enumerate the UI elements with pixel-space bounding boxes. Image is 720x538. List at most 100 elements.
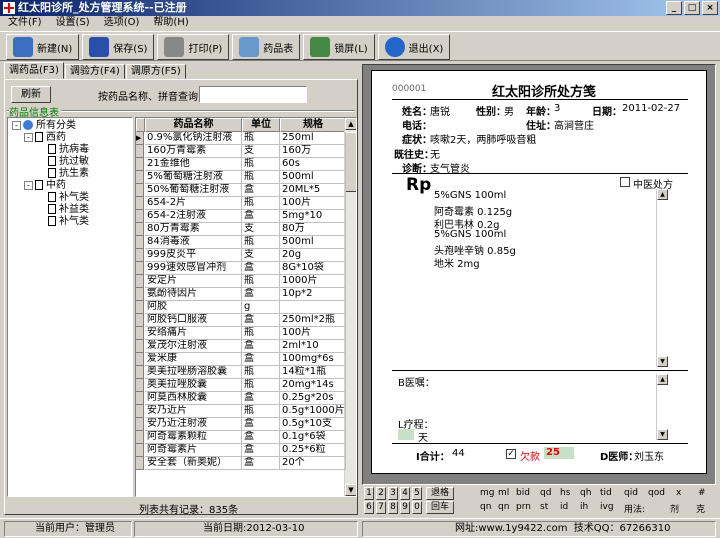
usage-gram[interactable]: 克 — [696, 502, 705, 515]
table-row[interactable]: 21金维他瓶 60s — [136, 158, 346, 171]
print-button[interactable]: 打印(P) — [157, 34, 230, 60]
new-button[interactable]: 新建(N) — [6, 34, 80, 60]
tree-node-all[interactable]: - 所有分类 — [12, 120, 76, 131]
key-2[interactable]: 2 — [376, 487, 386, 500]
owe-checkbox[interactable]: ✓ — [506, 449, 516, 459]
maximize-button[interactable]: □ — [684, 1, 700, 15]
table-row[interactable]: 安乃近注射液盒 0.5g*10支 — [136, 418, 346, 431]
collapse-icon[interactable]: - — [12, 120, 21, 130]
key-7[interactable]: 7 — [376, 501, 386, 514]
backspace-button[interactable]: 退格 — [426, 487, 454, 500]
usage-id[interactable]: id — [560, 502, 568, 512]
table-row[interactable]: 氨酚待因片盒 10p*2 — [136, 288, 346, 301]
advice-scrollbar[interactable]: ▲ ▼ — [656, 374, 668, 440]
usage-hash[interactable]: # — [698, 488, 706, 498]
key-8[interactable]: 8 — [388, 501, 398, 514]
minimize-button[interactable]: _ — [666, 1, 682, 15]
collapse-icon[interactable]: - — [24, 132, 33, 142]
menu-help[interactable]: 帮助(H) — [153, 16, 188, 30]
usage-prn[interactable]: prn — [516, 502, 531, 512]
key-9[interactable]: 9 — [400, 501, 410, 514]
tcm-checkbox[interactable] — [620, 177, 630, 187]
scroll-down-icon[interactable]: ▼ — [345, 484, 356, 496]
usage-qh[interactable]: qh — [580, 488, 591, 498]
table-row[interactable]: ▶ 0.9%氯化钠注射液瓶 250ml — [136, 132, 346, 145]
patient-name[interactable]: 唐锐 — [430, 103, 450, 118]
table-row[interactable]: 阿胶 g — [136, 301, 346, 314]
usage-dose[interactable]: 剂 — [670, 502, 679, 515]
table-row[interactable]: 654-2片瓶 100片 — [136, 197, 346, 210]
column-header-spec[interactable]: 规格 — [280, 118, 346, 132]
usage-mg[interactable]: mg — [480, 488, 494, 498]
rx-scrollbar[interactable]: ▲ ▼ — [656, 189, 668, 367]
rx-line[interactable]: 5%GNS 100ml — [434, 190, 506, 201]
tree-node-qi[interactable]: 补气类 — [48, 192, 89, 203]
key-6[interactable]: 6 — [364, 501, 374, 514]
table-row[interactable]: 阿奇霉素颗粒盒 0.1g*6袋 — [136, 431, 346, 444]
scroll-up-icon[interactable]: ▲ — [345, 118, 356, 130]
exit-button[interactable]: 退出(X) — [377, 34, 451, 60]
table-row[interactable]: 999皮炎平支 20g — [136, 249, 346, 262]
scroll-down-icon[interactable]: ▼ — [657, 356, 668, 367]
table-row[interactable]: 奥美拉唑胶囊瓶 20mg*14s — [136, 379, 346, 392]
tree-node-qi-2[interactable]: 补气类 — [48, 216, 89, 227]
menu-options[interactable]: 选项(O) — [104, 16, 140, 30]
table-row[interactable]: 84消毒液瓶 500ml — [136, 236, 346, 249]
close-button[interactable]: × — [702, 1, 718, 15]
tree-node-western[interactable]: - 西药 — [24, 132, 66, 143]
table-row[interactable]: 80万青霉素支 80万 — [136, 223, 346, 236]
usage-qd[interactable]: qd — [540, 488, 551, 498]
usage-ml[interactable]: ml — [498, 488, 509, 498]
column-header-unit[interactable]: 单位 — [242, 118, 280, 132]
key-3[interactable]: 3 — [388, 487, 398, 500]
table-row[interactable]: 阿莫西林胶囊盒 0.25g*20s — [136, 392, 346, 405]
table-row[interactable]: 奥美拉唑肠溶胶囊瓶 14粒*1瓶 — [136, 366, 346, 379]
table-row[interactable]: 安乃近片瓶 0.5g*1000片 — [136, 405, 346, 418]
scroll-down-icon[interactable]: ▼ — [657, 429, 668, 440]
prescription-date[interactable]: 2011-02-27 — [622, 103, 680, 114]
usage-hs[interactable]: hs — [560, 488, 570, 498]
tree-node-tcm[interactable]: - 中药 — [24, 180, 66, 191]
usage-qod[interactable]: qod — [648, 488, 665, 498]
table-row[interactable]: 阿胶钙口服液盒 250ml*2瓶 — [136, 314, 346, 327]
menu-file[interactable]: 文件(F) — [8, 16, 42, 30]
refresh-button[interactable]: 刷新 — [11, 86, 51, 103]
drug-table-button[interactable]: 药品表 — [232, 34, 301, 60]
tab-tested-recipes[interactable]: 调验方(F4) — [64, 64, 125, 79]
tree-node-antiviral[interactable]: 抗病毒 — [48, 144, 89, 155]
column-header-name[interactable]: 药品名称 — [145, 118, 242, 132]
owe-value[interactable]: 25 — [544, 447, 574, 459]
table-row[interactable]: 5%葡萄糖注射液瓶 500ml — [136, 171, 346, 184]
patient-sex[interactable]: 男 — [504, 103, 514, 118]
search-input[interactable] — [199, 86, 307, 103]
rx-line[interactable]: 地米 2mg — [434, 255, 480, 270]
usage-qid[interactable]: qid — [624, 488, 638, 498]
key-4[interactable]: 4 — [400, 487, 410, 500]
usage-x[interactable]: x — [676, 488, 681, 498]
enter-button[interactable]: 回车 — [426, 501, 454, 514]
table-row[interactable]: 爱米康盒 100mg*6s — [136, 353, 346, 366]
tab-original-recipes[interactable]: 调原方(F5) — [125, 64, 186, 79]
key-5[interactable]: 5 — [412, 487, 422, 500]
key-1[interactable]: 1 — [364, 487, 374, 500]
table-row[interactable]: 爱茂尔注射液盒 2ml*10 — [136, 340, 346, 353]
patient-history[interactable]: 无 — [430, 146, 440, 161]
table-row[interactable]: 阿奇霉素片盒 0.25*6粒 — [136, 444, 346, 457]
tree-node-antibiotic[interactable]: 抗生素 — [48, 168, 89, 179]
tab-drugs[interactable]: 调药品(F3) — [4, 62, 64, 79]
key-0[interactable]: 0 — [412, 501, 422, 514]
table-row[interactable]: 999速效感冒冲剂盒 8G*10袋 — [136, 262, 346, 275]
tree-node-tonic[interactable]: 补益类 — [48, 204, 89, 215]
menu-settings[interactable]: 设置(S) — [56, 16, 90, 30]
rx-line[interactable]: 5%GNS 100ml — [434, 229, 506, 240]
usage-qn-2[interactable]: qn — [498, 502, 509, 512]
usage-st[interactable]: st — [540, 502, 548, 512]
scroll-up-icon[interactable]: ▲ — [657, 374, 668, 385]
patient-age[interactable]: 3 — [554, 103, 560, 114]
usage-ivg[interactable]: ivg — [600, 502, 614, 512]
scroll-thumb[interactable] — [345, 132, 356, 192]
usage-ih[interactable]: ih — [580, 502, 588, 512]
patient-address[interactable]: 高涧营庄 — [554, 117, 594, 132]
table-row[interactable]: 安络痛片瓶 100片 — [136, 327, 346, 340]
table-row[interactable]: 安全套（新奥妮）盒 20个 — [136, 457, 346, 470]
